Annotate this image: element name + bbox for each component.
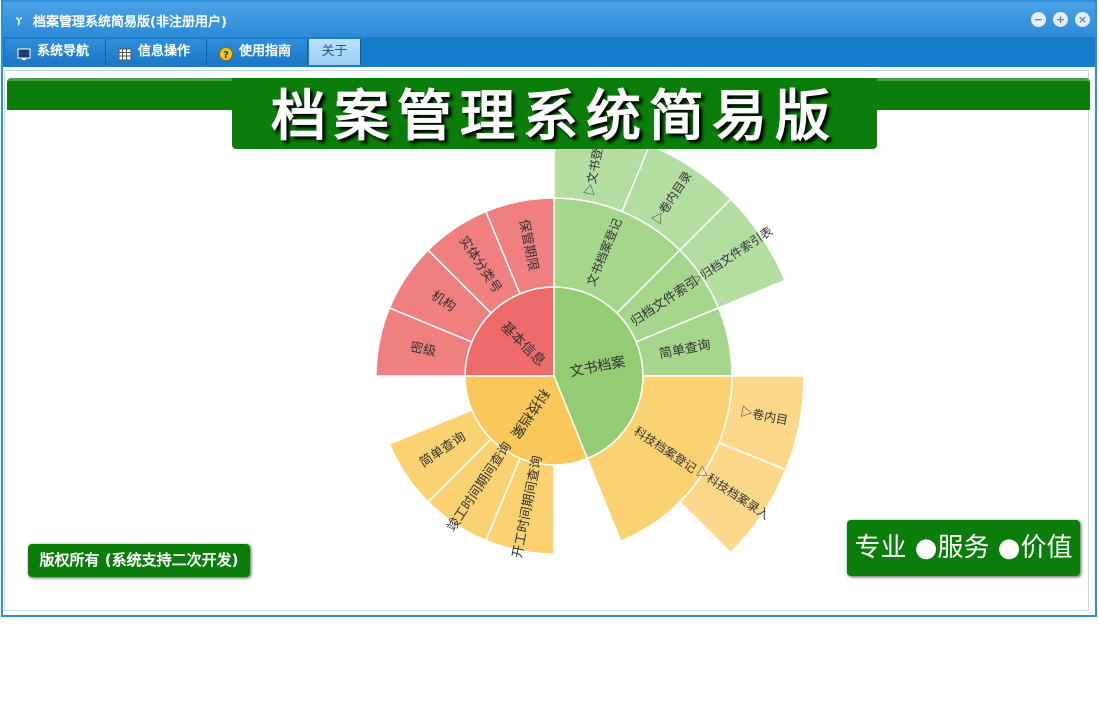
banner-title: 档案管理系统简易版 xyxy=(232,78,877,149)
slogan-badge: 专业 ●服务 ●价值 xyxy=(847,520,1080,576)
copyright-badge: 版权所有 (系统支持二次开发) xyxy=(28,544,250,577)
